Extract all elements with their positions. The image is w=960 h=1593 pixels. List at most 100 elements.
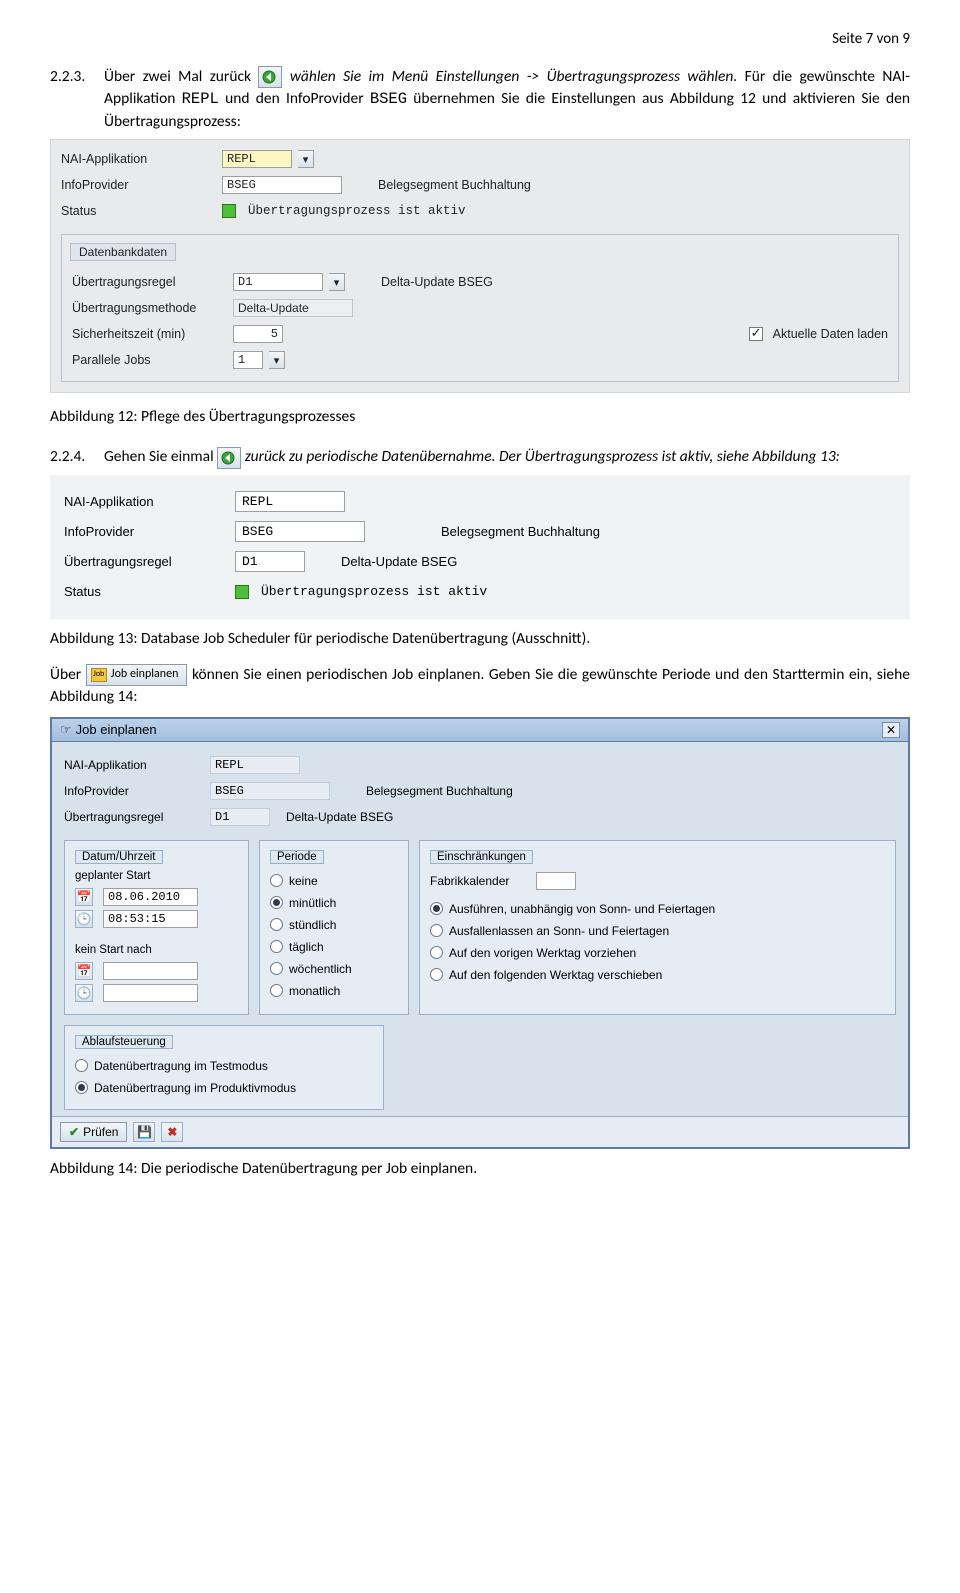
save-icon: 💾 — [137, 1125, 152, 1139]
input-nostart-date[interactable] — [103, 962, 198, 980]
input-fabrikkalender[interactable] — [536, 872, 576, 890]
group-datenbankdaten: Datenbankdaten Übertragungsregel D1 ▾ De… — [61, 234, 899, 382]
ablauf-option[interactable]: Datenübertragung im Produktivmodus — [75, 1077, 373, 1099]
cancel-icon: ✖ — [167, 1125, 177, 1139]
label-aktuelle-daten: Aktuelle Daten laden — [773, 327, 888, 341]
periode-option[interactable]: wöchentlich — [270, 958, 398, 980]
label-status: Status — [61, 204, 216, 218]
radio-label: Ausfallenlassen an Sonn- und Feiertagen — [449, 924, 669, 938]
cancel-button[interactable]: ✖ — [161, 1122, 183, 1142]
caption-14: Abbildung 14: Die periodische Datenübert… — [50, 1159, 910, 1178]
job-einplanen-button[interactable]: Job Job einplanen — [86, 664, 188, 685]
group-title: Datum/Uhrzeit — [75, 850, 163, 864]
caption-12: Abbildung 12: Pflege des Übertragungspro… — [50, 407, 910, 426]
label-ip: InfoProvider — [64, 524, 229, 539]
input-nai[interactable]: REPL — [235, 491, 345, 512]
radio-label: monatlich — [289, 984, 340, 998]
group-title: Periode — [270, 850, 324, 864]
desc-ip: Belegsegment Buchhaltung — [378, 178, 531, 192]
radio-icon[interactable] — [430, 946, 443, 959]
input-nostart-time[interactable] — [103, 984, 198, 1002]
group-periode: Periode keine minütlich stündlich täglich wö… — [259, 840, 409, 1015]
radio-label: minütlich — [289, 896, 336, 910]
desc-ip: Belegsegment Buchhaltung — [366, 784, 513, 798]
group-title: Datenbankdaten — [70, 243, 176, 261]
input-date[interactable]: 08.06.2010 — [103, 888, 198, 906]
radio-label: stündlich — [289, 918, 336, 932]
label-nai: NAI-Applikation — [61, 152, 216, 166]
radio-label: Datenübertragung im Produktivmodus — [94, 1081, 296, 1095]
input-regel[interactable]: D1 — [235, 551, 305, 572]
label-geplanter-start: geplanter Start — [75, 870, 238, 882]
radio-icon[interactable] — [430, 968, 443, 981]
radio-icon[interactable] — [75, 1081, 88, 1094]
einschr-option[interactable]: Auf den folgenden Werktag verschieben — [430, 964, 885, 986]
einschr-option[interactable]: Ausfallenlassen an Sonn- und Feiertagen — [430, 920, 885, 942]
label-ip: InfoProvider — [64, 784, 204, 798]
input-time[interactable]: 08:53:15 — [103, 910, 198, 928]
input-sich[interactable]: 5 — [233, 325, 283, 343]
input-regel[interactable]: D1 — [233, 273, 323, 291]
desc-regel: Delta-Update BSEG — [341, 554, 457, 569]
radio-icon[interactable] — [270, 984, 283, 997]
input-ip[interactable]: BSEG — [235, 521, 365, 542]
label-regel: Übertragungsregel — [64, 810, 204, 824]
paragraph-223: Über zwei Mal zurück wählen Sie im Menü … — [104, 66, 910, 133]
ablauf-option[interactable]: Datenübertragung im Testmodus — [75, 1055, 373, 1077]
clock-icon[interactable]: 🕒 — [75, 910, 93, 928]
save-button[interactable]: 💾 — [133, 1122, 155, 1142]
dialog-job-einplanen: ☞Job einplanen ✕ NAI-Applikation REPL In… — [50, 717, 910, 1149]
value-help-icon[interactable]: ▾ — [298, 150, 314, 168]
value-help-icon[interactable]: ▾ — [269, 351, 285, 369]
radio-icon[interactable] — [75, 1059, 88, 1072]
section-number: 2.2.4. — [50, 446, 96, 468]
sap-screenshot-1: NAI-Applikation REPL ▾ InfoProvider BSEG… — [50, 139, 910, 393]
input-ip: BSEG — [210, 782, 330, 800]
button-label: Prüfen — [83, 1125, 118, 1139]
text: zurück zu periodische Datenübernahme. De… — [245, 447, 840, 466]
section-number: 2.2.3. — [50, 66, 96, 133]
check-button[interactable]: ✔ Prüfen — [60, 1122, 127, 1142]
text: Über — [50, 665, 86, 684]
calendar-icon[interactable]: 📅 — [75, 888, 93, 906]
value-help-icon[interactable]: ▾ — [329, 273, 345, 291]
calendar-icon[interactable]: 📅 — [75, 962, 93, 980]
close-icon[interactable]: ✕ — [882, 722, 900, 738]
radio-icon[interactable] — [430, 924, 443, 937]
code-nai: REPL — [182, 90, 219, 108]
label-fabrikkalender: Fabrikkalender — [430, 874, 530, 888]
checkbox-aktuelle-daten[interactable] — [749, 327, 763, 341]
radio-label: Ausführen, unabhängig von Sonn- und Feie… — [449, 902, 715, 916]
input-ip[interactable]: BSEG — [222, 176, 342, 194]
periode-option[interactable]: monatlich — [270, 980, 398, 1002]
radio-icon[interactable] — [430, 902, 443, 915]
einschr-option[interactable]: Auf den vorigen Werktag vorziehen — [430, 942, 885, 964]
periode-option[interactable]: minütlich — [270, 892, 398, 914]
radio-icon[interactable] — [270, 896, 283, 909]
back-icon — [258, 66, 282, 88]
input-nai: REPL — [210, 756, 300, 774]
periode-option[interactable]: stündlich — [270, 914, 398, 936]
group-ablaufsteuerung: Ablaufsteuerung Datenübertragung im Test… — [64, 1025, 384, 1110]
paragraph-job: Über Job Job einplanen können Sie einen … — [50, 664, 910, 709]
einschr-option[interactable]: Ausführen, unabhängig von Sonn- und Feie… — [430, 898, 885, 920]
radio-icon[interactable] — [270, 918, 283, 931]
desc-regel: Delta-Update BSEG — [381, 275, 493, 289]
label-ip: InfoProvider — [61, 178, 216, 192]
input-meth: Delta-Update — [233, 299, 353, 317]
label-regel: Übertragungsregel — [64, 554, 229, 569]
input-parallel[interactable]: 1 — [233, 351, 263, 369]
radio-icon[interactable] — [270, 962, 283, 975]
button-label: Job einplanen — [111, 666, 179, 683]
radio-icon[interactable] — [270, 874, 283, 887]
input-nai[interactable]: REPL — [222, 150, 292, 168]
dialog-title-text: ☞Job einplanen — [60, 722, 157, 738]
job-icon: Job — [91, 668, 107, 682]
radio-icon[interactable] — [270, 940, 283, 953]
clock-icon[interactable]: 🕒 — [75, 984, 93, 1002]
periode-option[interactable]: täglich — [270, 936, 398, 958]
status-indicator-icon — [235, 585, 249, 599]
radio-label: täglich — [289, 940, 324, 954]
group-datum-uhrzeit: Datum/Uhrzeit geplanter Start 📅 08.06.20… — [64, 840, 249, 1015]
periode-option[interactable]: keine — [270, 870, 398, 892]
